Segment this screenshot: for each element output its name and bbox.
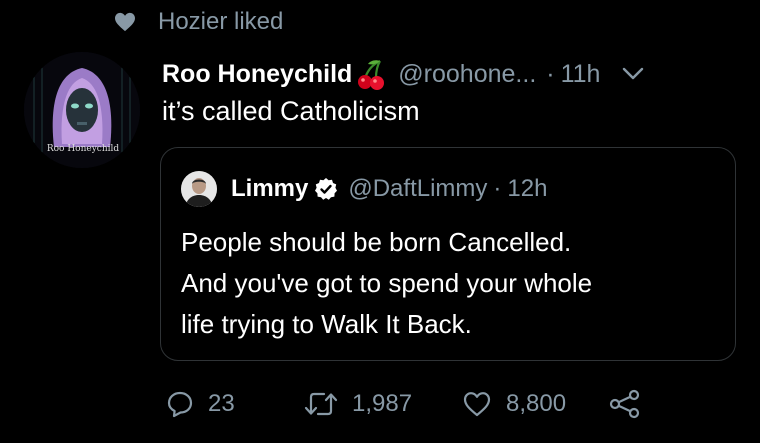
tweet-action-bar: 23 1,987 8,800 [160,384,720,424]
retweet-count: 1,987 [352,390,413,417]
quoted-author-avatar [181,171,217,207]
cherry-emoji-icon [358,60,385,90]
share-button[interactable] [608,384,642,424]
tweet-text: it’s called Catholicism [162,96,420,126]
like-button[interactable]: 8,800 [462,384,566,424]
avatar-caption: Roo Honeychild [46,144,120,154]
quoted-tweet-card[interactable]: Limmy @DaftLimmy · 12h People should be … [160,147,736,361]
reply-icon [167,391,193,418]
verified-badge-icon [315,178,338,200]
tweet-time[interactable]: 11h [561,60,601,89]
liked-by-text: Hozier liked [158,8,284,35]
social-context[interactable]: Hozier liked [114,6,283,38]
quoted-text-line: life trying to Walk It Back. [181,309,472,339]
quoted-avatar-image [181,171,217,207]
quoted-separator-dot: · [493,175,502,202]
reply-button[interactable]: 23 [166,384,235,424]
quoted-author-name[interactable]: Limmy [231,175,308,203]
quoted-tweet-header: Limmy @DaftLimmy · 12h [181,170,547,208]
quoted-text-line: People should be born Cancelled. [181,227,572,257]
chevron-down-icon[interactable] [622,67,644,81]
quoted-tweet-time[interactable]: 12h [507,175,547,203]
heart-icon [115,12,135,32]
author-name[interactable]: Roo Honeychild [162,60,352,89]
separator-dot: · [546,59,555,88]
retweet-icon [304,392,338,416]
like-count: 8,800 [506,390,567,417]
share-icon [609,389,640,419]
like-icon [463,392,491,417]
tweet-header: Roo Honeychild @roohone... · 11h [162,54,740,94]
author-handle[interactable]: @roohone... [398,60,536,89]
quoted-author-handle[interactable]: @DaftLimmy [348,175,487,203]
quoted-tweet-text: People should be born Cancelled. And you… [181,222,721,345]
retweet-button[interactable]: 1,987 [304,384,412,424]
reply-count: 23 [208,390,235,417]
quoted-text-line: And you've got to spend your whole [181,268,593,298]
